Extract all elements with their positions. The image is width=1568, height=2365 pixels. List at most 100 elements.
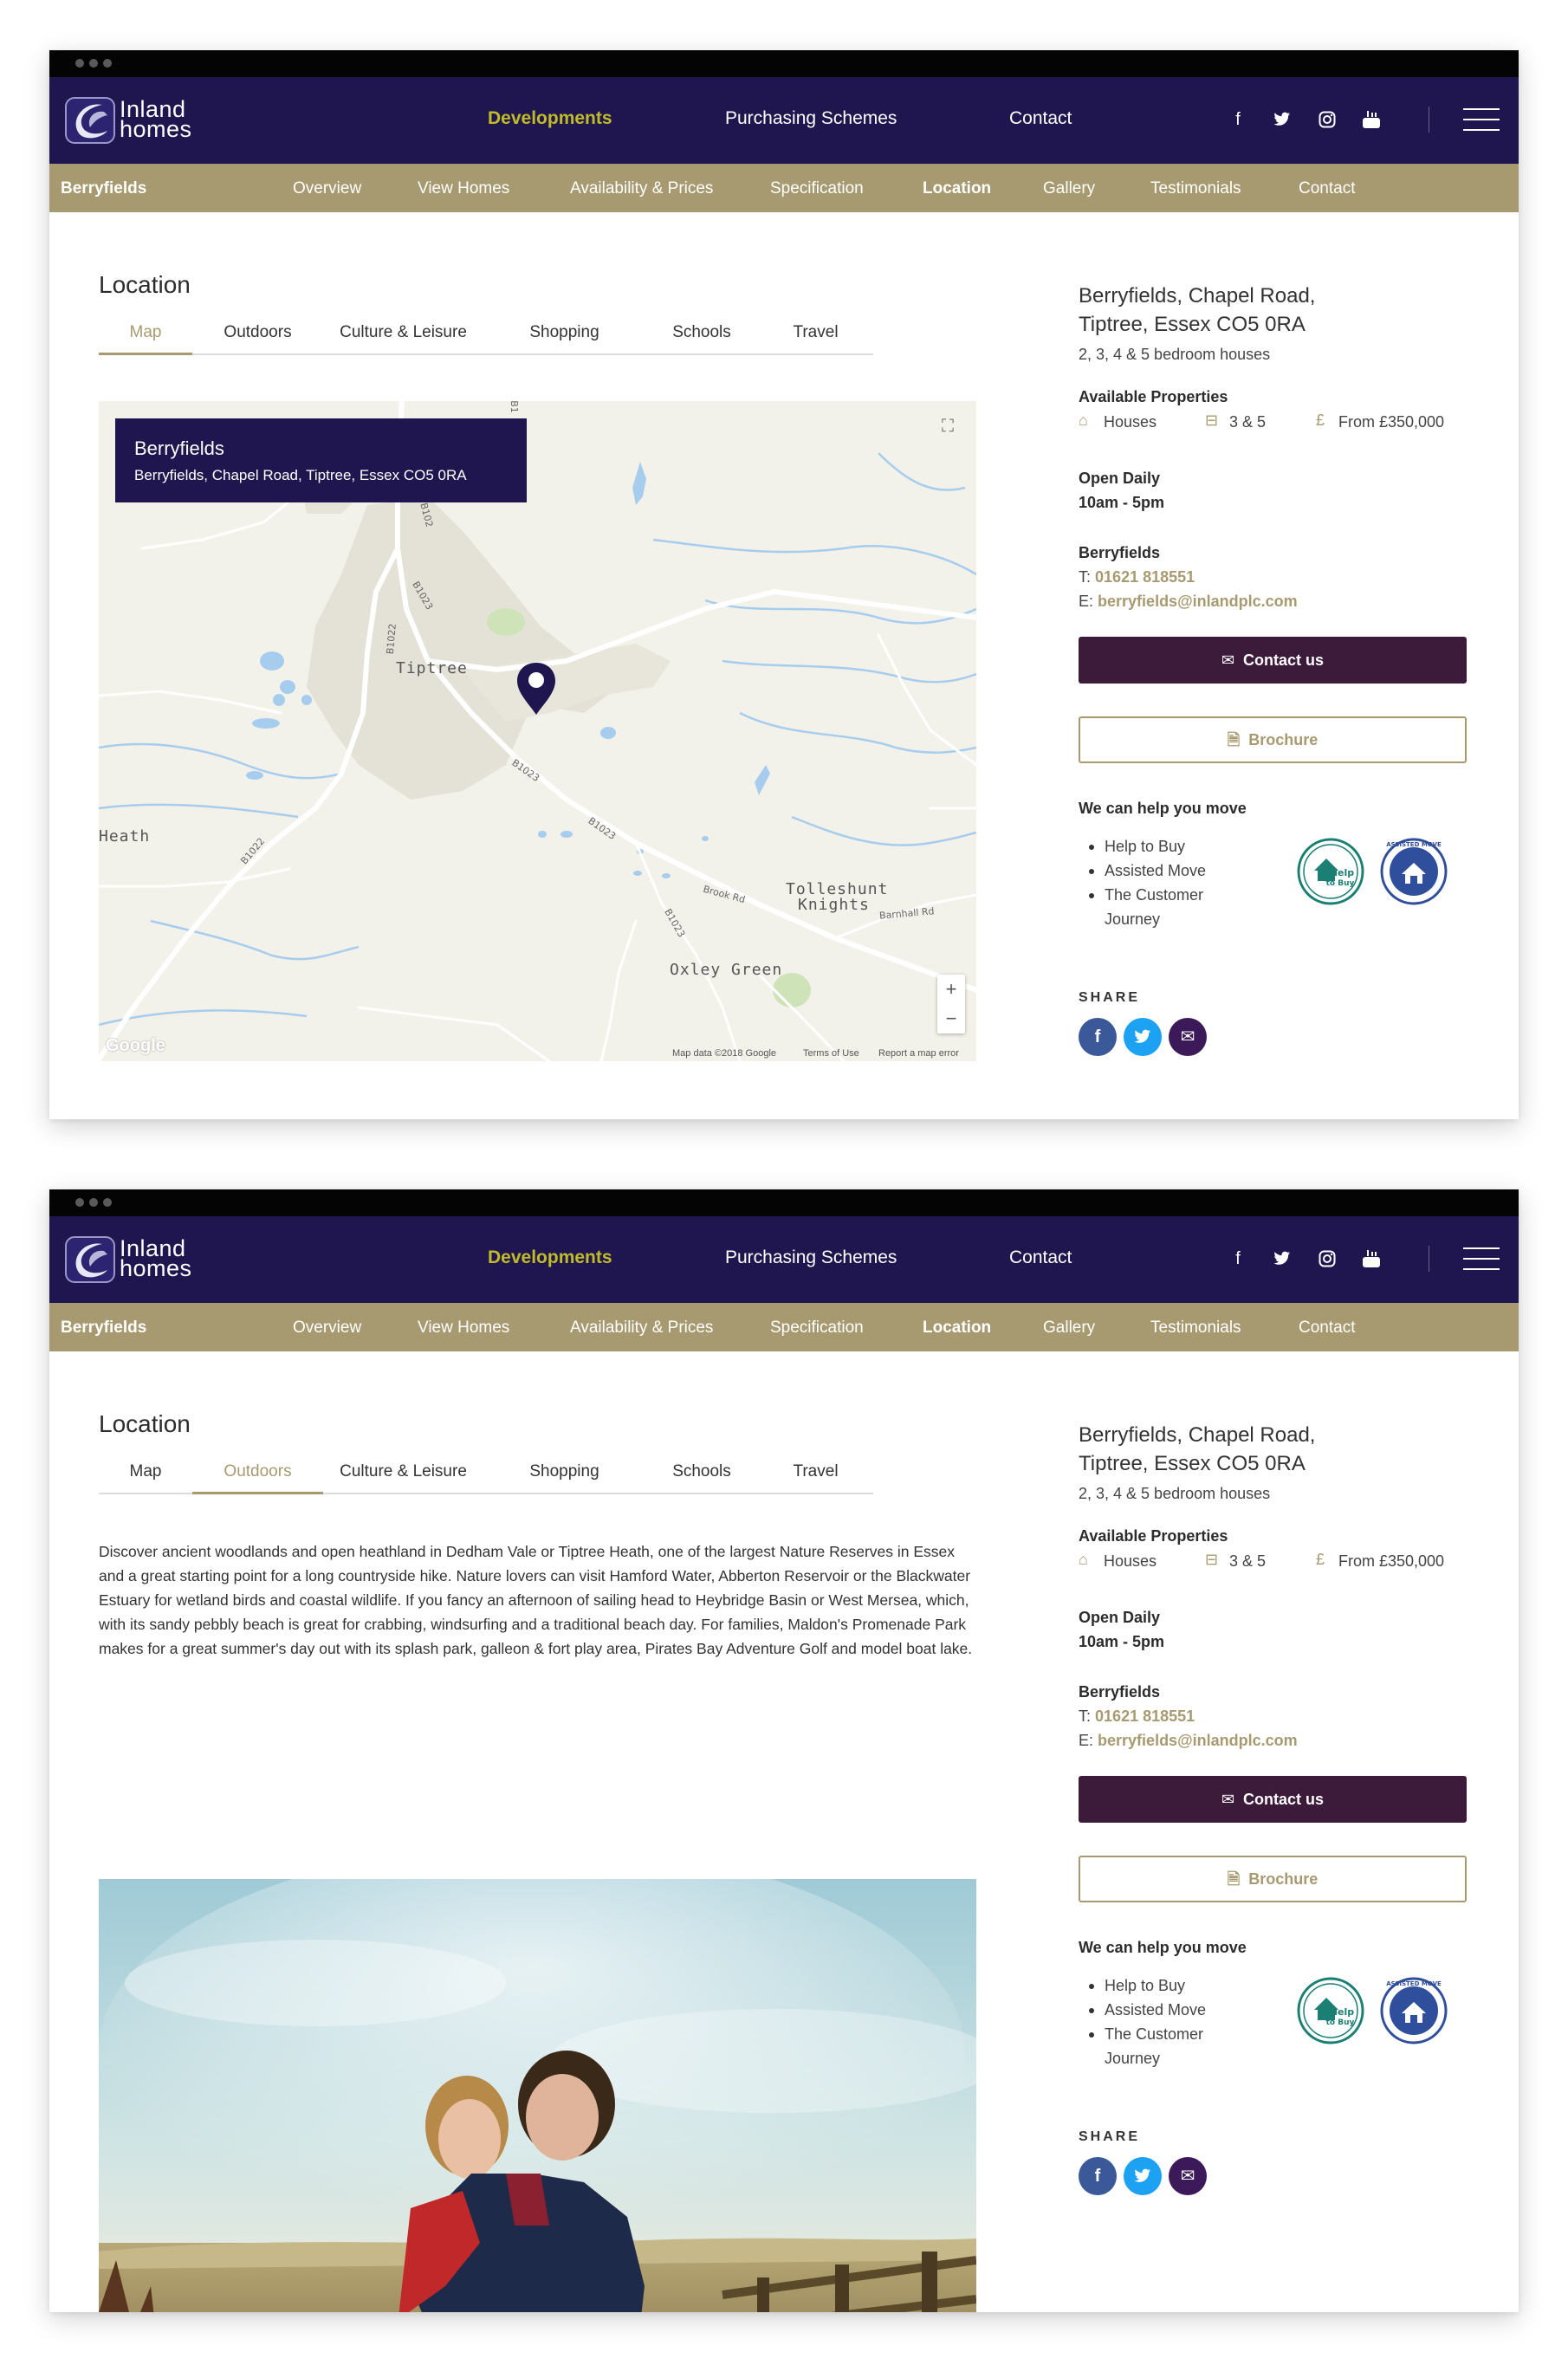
- phone-link[interactable]: 01621 818551: [1095, 1707, 1195, 1725]
- property-price: From £350,000: [1338, 413, 1445, 431]
- subnav-brand[interactable]: Berryfields: [61, 179, 146, 198]
- map-zoom-controls: + −: [937, 975, 965, 1033]
- subnav-brand[interactable]: Berryfields: [61, 1319, 146, 1338]
- google-logo[interactable]: Google: [106, 1036, 165, 1056]
- brochure-button[interactable]: 🗎 Brochure: [1079, 1856, 1467, 1902]
- subnav-overview[interactable]: Overview: [293, 1319, 361, 1338]
- envelope-icon: ✉: [1221, 1791, 1235, 1808]
- twitter-icon[interactable]: [1269, 107, 1295, 133]
- subnav-view-homes[interactable]: View Homes: [418, 179, 509, 198]
- map-place-label: Knights: [798, 896, 870, 914]
- youtube-icon[interactable]: [1358, 1246, 1384, 1272]
- location-map[interactable]: Tiptree Heath Tolleshunt Knights Oxley G…: [99, 401, 976, 1061]
- tab-culture-leisure[interactable]: Culture & Leisure: [323, 1462, 483, 1494]
- tab-outdoors[interactable]: Outdoors: [192, 323, 323, 355]
- menu-icon[interactable]: [1463, 107, 1500, 133]
- address-line1: Berryfields, Chapel Road,: [1079, 284, 1316, 308]
- subnav-location[interactable]: Location: [923, 179, 991, 198]
- tab-schools[interactable]: Schools: [645, 1462, 758, 1494]
- email-share-icon[interactable]: ✉: [1169, 1018, 1207, 1056]
- instagram-icon[interactable]: [1314, 107, 1340, 133]
- subnav-specification[interactable]: Specification: [770, 1319, 864, 1338]
- map-terms-link[interactable]: Terms of Use: [803, 1048, 859, 1059]
- contact-us-button[interactable]: ✉ Contact us: [1079, 1776, 1467, 1823]
- zoom-out-button[interactable]: −: [937, 1004, 965, 1033]
- email-row: E: berryfields@inlandplc.com: [1079, 1732, 1298, 1750]
- brochure-button[interactable]: 🗎 Brochure: [1079, 716, 1467, 763]
- facebook-share-icon[interactable]: f: [1079, 1018, 1117, 1056]
- nav-developments[interactable]: Developments: [488, 108, 612, 129]
- email-row: E: berryfields@inlandplc.com: [1079, 593, 1298, 611]
- facebook-share-icon[interactable]: f: [1079, 2157, 1117, 2195]
- twitter-share-icon[interactable]: [1124, 1018, 1162, 1056]
- top-navigation: Inland homes Developments Purchasing Sch…: [49, 1216, 1519, 1303]
- instagram-icon[interactable]: [1314, 1246, 1340, 1272]
- contact-us-button[interactable]: ✉ Contact us: [1079, 637, 1467, 684]
- nav-developments[interactable]: Developments: [488, 1247, 612, 1268]
- zoom-in-button[interactable]: +: [937, 975, 965, 1004]
- subnav-gallery[interactable]: Gallery: [1043, 179, 1095, 198]
- section-title: Location: [99, 271, 191, 298]
- tab-shopping[interactable]: Shopping: [483, 323, 645, 355]
- share-label: SHARE: [1079, 990, 1141, 1005]
- subnav-location[interactable]: Location: [923, 1319, 991, 1338]
- tab-schools[interactable]: Schools: [645, 323, 758, 355]
- subnav-testimonials[interactable]: Testimonials: [1150, 1319, 1241, 1338]
- address-line2: Tiptree, Essex CO5 0RA: [1079, 313, 1306, 336]
- help-list: Help to Buy Assisted Move The Customer J…: [1089, 1973, 1228, 2070]
- twitter-icon[interactable]: [1269, 1246, 1295, 1272]
- window-dot[interactable]: [89, 59, 98, 68]
- subnav-overview[interactable]: Overview: [293, 179, 361, 198]
- facebook-icon[interactable]: f: [1225, 107, 1251, 133]
- email-share-icon[interactable]: ✉: [1169, 2157, 1207, 2195]
- logo-text-homes: homes: [120, 1255, 192, 1281]
- window-dot[interactable]: [75, 1198, 84, 1207]
- subnav-specification[interactable]: Specification: [770, 179, 864, 198]
- envelope-icon: ✉: [1221, 651, 1235, 669]
- development-subnav: Berryfields Overview View Homes Availabi…: [49, 1303, 1519, 1351]
- subnav-availability-prices[interactable]: Availability & Prices: [570, 179, 713, 198]
- menu-icon[interactable]: [1463, 1246, 1500, 1272]
- infobox-title: Berryfields: [134, 437, 224, 459]
- inland-homes-logo[interactable]: Inland homes: [64, 93, 211, 148]
- list-item: Assisted Move: [1089, 859, 1228, 883]
- twitter-share-icon[interactable]: [1124, 2157, 1162, 2195]
- nav-contact[interactable]: Contact: [1009, 1247, 1072, 1268]
- window-dot[interactable]: [89, 1198, 98, 1207]
- youtube-icon[interactable]: [1358, 107, 1384, 133]
- map-report-link[interactable]: Report a map error: [878, 1048, 959, 1059]
- nav-purchasing-schemes[interactable]: Purchasing Schemes: [725, 1247, 897, 1268]
- logo-swirl-icon: [65, 97, 115, 144]
- contact-name: Berryfields: [1079, 544, 1161, 561]
- email-link[interactable]: berryfields@inlandplc.com: [1098, 1732, 1298, 1749]
- window-dot[interactable]: [75, 59, 84, 68]
- open-heading: Open Daily: [1079, 1609, 1161, 1626]
- nav-purchasing-schemes[interactable]: Purchasing Schemes: [725, 108, 897, 129]
- subnav-view-homes[interactable]: View Homes: [418, 1319, 509, 1338]
- email-link[interactable]: berryfields@inlandplc.com: [1098, 593, 1298, 610]
- tab-map[interactable]: Map: [99, 323, 192, 355]
- window-dot[interactable]: [103, 1198, 112, 1207]
- subnav-gallery[interactable]: Gallery: [1043, 1319, 1095, 1338]
- tab-travel[interactable]: Travel: [758, 323, 873, 355]
- help-heading: We can help you move: [1079, 1939, 1247, 1956]
- property-type: Houses: [1104, 1552, 1157, 1570]
- subnav-testimonials[interactable]: Testimonials: [1150, 179, 1241, 198]
- bed-icon: ⊟: [1205, 411, 1219, 429]
- facebook-icon[interactable]: f: [1225, 1246, 1251, 1272]
- phone-link[interactable]: 01621 818551: [1095, 568, 1195, 586]
- subnav-availability-prices[interactable]: Availability & Prices: [570, 1319, 713, 1338]
- tab-map[interactable]: Map: [99, 1462, 192, 1494]
- subnav-contact[interactable]: Contact: [1299, 1319, 1355, 1338]
- window-dot[interactable]: [103, 59, 112, 68]
- tab-shopping[interactable]: Shopping: [483, 1462, 645, 1494]
- map-place-label: Oxley Green: [670, 961, 783, 979]
- tab-culture-leisure[interactable]: Culture & Leisure: [323, 323, 483, 355]
- fullscreen-icon[interactable]: ⛶: [935, 413, 961, 439]
- tab-travel[interactable]: Travel: [758, 1462, 873, 1494]
- inland-homes-logo[interactable]: Inland homes: [64, 1232, 211, 1287]
- nav-contact[interactable]: Contact: [1009, 108, 1072, 129]
- subnav-contact[interactable]: Contact: [1299, 179, 1355, 198]
- tab-outdoors[interactable]: Outdoors: [192, 1462, 323, 1494]
- top-navigation: Inland homes Developments Purchasing Sch…: [49, 77, 1519, 164]
